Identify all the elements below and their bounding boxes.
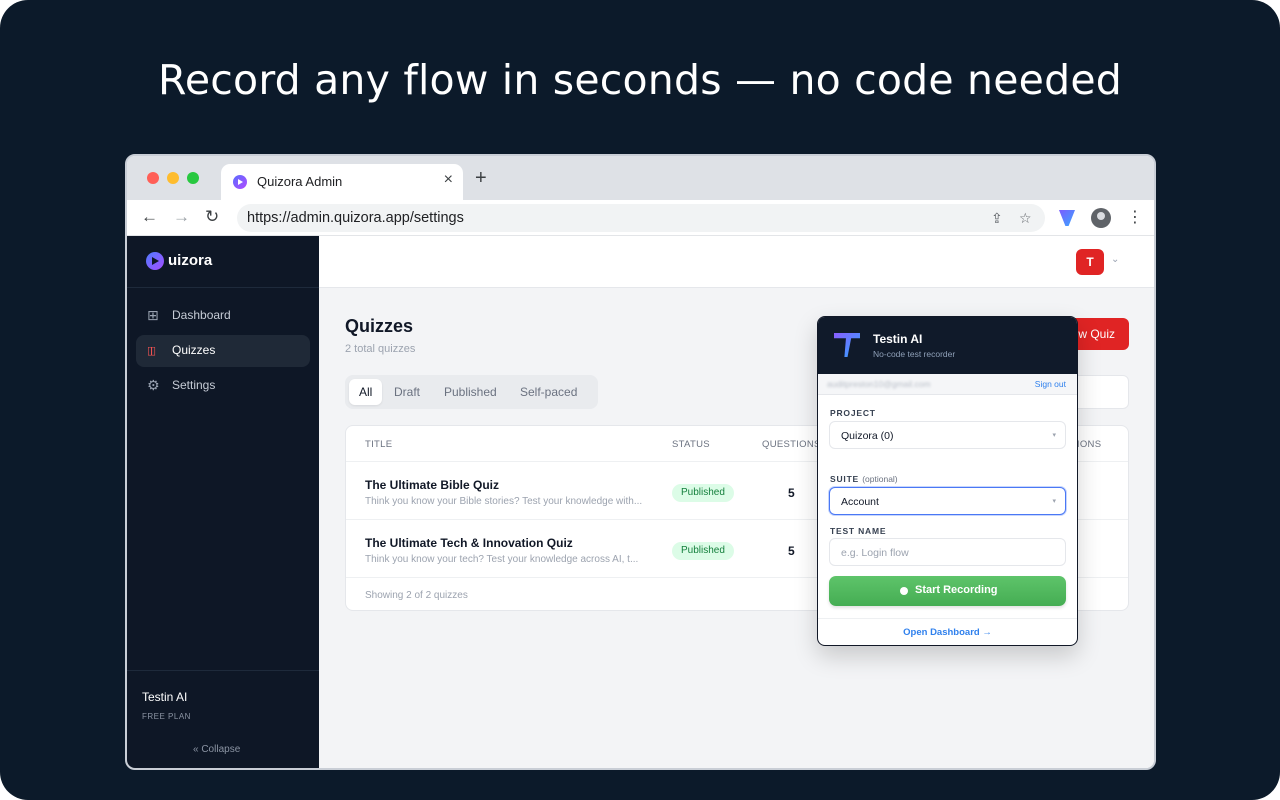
- tab-close-icon[interactable]: ×: [444, 171, 453, 189]
- browser-tab[interactable]: Quizora Admin ×: [221, 164, 463, 200]
- tab-title: Quizora Admin: [257, 174, 343, 189]
- testin-logo-icon: [834, 333, 860, 357]
- suite-select[interactable]: Account ▾: [829, 487, 1066, 515]
- sidebar-item-label: Dashboard: [172, 308, 231, 322]
- project-select[interactable]: Quizora (0) ▾: [829, 421, 1066, 449]
- page-subtitle: 2 total quizzes: [345, 343, 416, 355]
- chevron-down-icon: ▾: [1052, 498, 1056, 505]
- forward-icon[interactable]: →: [173, 207, 190, 227]
- tab-self-paced[interactable]: Self-paced: [510, 379, 587, 405]
- promo-backdrop: Record any flow in seconds — no code nee…: [0, 0, 1280, 800]
- column-header-title: TITLE: [365, 439, 393, 450]
- browser-window: Quizora Admin × + ← → ↻ https://admin.qu…: [125, 154, 1156, 770]
- tab-published[interactable]: Published: [434, 379, 507, 405]
- browser-toolbar: ← → ↻ https://admin.quizora.app/settings…: [127, 200, 1154, 236]
- promo-headline: Record any flow in seconds — no code nee…: [158, 56, 1122, 104]
- tab-draft[interactable]: Draft: [384, 379, 430, 405]
- sidebar-bottom-divider: [127, 670, 319, 671]
- status-badge: Published: [672, 484, 734, 502]
- quizora-favicon-icon: [233, 175, 247, 189]
- top-bar: T ⌄: [319, 236, 1154, 288]
- page-viewport: uizora ⊞ Dashboard ▯▯ Quizzes ⚙ Settings…: [127, 236, 1154, 768]
- testin-extension-popup: Testin AI No-code test recorder auditpre…: [817, 316, 1078, 646]
- quiz-title[interactable]: The Ultimate Tech & Innovation Quiz: [365, 536, 573, 550]
- table-footer: Showing 2 of 2 quizzes: [365, 590, 468, 601]
- question-count: 5: [788, 544, 795, 558]
- sidebar-item-dashboard[interactable]: ⊞ Dashboard: [136, 300, 310, 332]
- project-label: PROJECT: [830, 408, 876, 418]
- popup-header: Testin AI No-code test recorder: [818, 317, 1077, 374]
- window-minimize-dot[interactable]: [167, 172, 179, 184]
- status-filter-tabs: All Draft Published Self-paced: [345, 375, 598, 409]
- quiz-title[interactable]: The Ultimate Bible Quiz: [365, 478, 499, 492]
- sidebar-item-settings[interactable]: ⚙ Settings: [136, 370, 310, 402]
- test-name-label: TEST NAME: [830, 526, 887, 536]
- account-bar: auditpreston10@gmail.com Sign out: [818, 374, 1077, 395]
- start-recording-button[interactable]: Start Recording: [829, 576, 1066, 606]
- browser-menu-icon[interactable]: ⋮: [1127, 207, 1143, 227]
- logo-text: uizora: [168, 252, 213, 269]
- popup-footer-divider: [818, 618, 1077, 619]
- quiz-description: Think you know your Bible stories? Test …: [365, 496, 643, 507]
- sidebar-item-label: Settings: [172, 378, 216, 392]
- status-badge: Published: [672, 542, 734, 560]
- column-header-status: STATUS: [672, 439, 710, 450]
- sign-out-link[interactable]: Sign out: [1035, 379, 1066, 389]
- new-tab-icon[interactable]: +: [475, 168, 487, 188]
- share-icon[interactable]: ⇪: [991, 210, 1003, 227]
- sidebar-item-label: Quizzes: [172, 343, 216, 357]
- user-avatar[interactable]: T: [1076, 249, 1104, 275]
- quiz-description: Think you know your tech? Test your know…: [365, 554, 639, 565]
- test-name-placeholder: e.g. Login flow: [841, 547, 909, 559]
- window-zoom-dot[interactable]: [187, 172, 199, 184]
- testin-extension-icon[interactable]: [1059, 210, 1075, 226]
- tab-all[interactable]: All: [349, 379, 383, 405]
- sidebar-divider: [127, 287, 319, 288]
- reload-icon[interactable]: ↻: [205, 207, 219, 227]
- popup-title: Testin AI: [873, 332, 923, 346]
- chevron-down-icon: ▾: [1052, 432, 1056, 439]
- test-name-field[interactable]: e.g. Login flow: [829, 538, 1066, 566]
- url-text[interactable]: https://admin.quizora.app/settings: [247, 210, 464, 226]
- chevron-down-icon[interactable]: ⌄: [1111, 254, 1119, 265]
- gear-icon: ⚙: [147, 377, 160, 393]
- project-select-value: Quizora (0): [841, 430, 894, 442]
- profile-icon[interactable]: [1091, 208, 1111, 228]
- back-icon[interactable]: ←: [141, 207, 158, 227]
- column-header-questions: QUESTIONS: [762, 439, 821, 450]
- suite-select-value: Account: [841, 496, 879, 508]
- open-dashboard-link[interactable]: Open Dashboard →: [818, 627, 1077, 638]
- sidebar: uizora ⊞ Dashboard ▯▯ Quizzes ⚙ Settings…: [127, 236, 319, 768]
- browser-tab-bar: Quizora Admin × +: [127, 156, 1154, 200]
- suite-optional-hint: (optional): [862, 474, 898, 484]
- bookmark-star-icon[interactable]: ☆: [1019, 210, 1032, 227]
- grid-icon: ⊞: [147, 307, 159, 323]
- address-bar[interactable]: https://admin.quizora.app/settings ⇪ ☆: [237, 204, 1045, 232]
- question-count: 5: [788, 486, 795, 500]
- quizora-logo-icon: [146, 252, 164, 270]
- book-icon: ▯▯: [147, 345, 156, 357]
- sidebar-item-quizzes[interactable]: ▯▯ Quizzes: [136, 335, 310, 367]
- suite-label-text: SUITE: [830, 474, 860, 484]
- suite-label: SUITE (optional): [830, 474, 898, 484]
- window-close-dot[interactable]: [147, 172, 159, 184]
- account-email: auditpreston10@gmail.com: [827, 379, 931, 389]
- page-title: Quizzes: [345, 316, 414, 336]
- workspace-name: Testin AI: [142, 690, 188, 704]
- popup-subtitle: No-code test recorder: [873, 349, 956, 359]
- record-dot-icon: [900, 587, 908, 595]
- collapse-sidebar-button[interactable]: « Collapse: [193, 744, 240, 755]
- start-recording-label: Start Recording: [915, 584, 998, 596]
- plan-badge: FREE PLAN: [142, 712, 191, 721]
